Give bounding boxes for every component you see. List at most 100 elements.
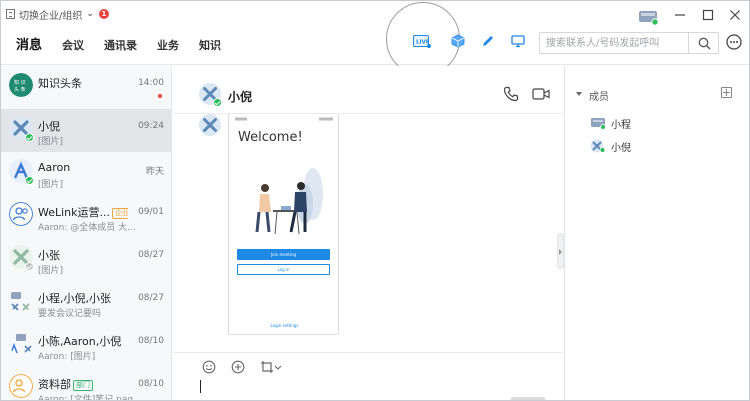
chevron-down-icon: ⌄: [86, 9, 94, 19]
conversation-time: 14:00: [138, 78, 164, 88]
conversation-name: Aaron: [38, 161, 71, 174]
chevron-down-icon[interactable]: [274, 360, 282, 374]
composer-scrollbar[interactable]: [511, 397, 545, 400]
search-button[interactable]: [690, 33, 718, 53]
tab-contacts[interactable]: 通讯录: [104, 37, 137, 53]
collapse-members-handle[interactable]: [557, 233, 564, 269]
conversation-time: 08/10: [138, 336, 164, 346]
search-icon: [698, 37, 710, 49]
user-avatar-icon[interactable]: [638, 8, 660, 26]
image-message[interactable]: Welcome! Join meeting Log in Login setti…: [228, 114, 339, 335]
main-nav: 消息 会议 通讯录 业务 知识: [16, 34, 241, 53]
online-status-icon: [213, 98, 222, 107]
conversation-name: 小张: [38, 249, 60, 262]
conversation-snippet: 要发会议记要吗: [38, 309, 102, 319]
conversation-item[interactable]: 小张 [图片] 08/27: [1, 238, 171, 281]
conversation-time: 08/10: [138, 379, 164, 389]
knowledge-headline-avatar: 知 识 头 条: [9, 73, 33, 97]
cube-icon: [451, 34, 465, 48]
conversation-snippet: Aaron: [图片]: [38, 352, 96, 362]
member-item[interactable]: 小程: [590, 115, 631, 131]
phone-icon[interactable]: [503, 86, 519, 102]
conversation-name-text: 资料部: [38, 378, 71, 391]
tab-business[interactable]: 业务: [157, 37, 179, 53]
conversation-snippet: Aaron: @全体成员 大...: [38, 223, 136, 233]
conversation-name: WeLink运营... 企业: [38, 204, 128, 220]
offline-status-icon: [25, 262, 34, 271]
meeting-illustration: [255, 168, 323, 235]
emoji-icon[interactable]: [202, 360, 216, 374]
conversation-name: 小程,小倪,小张: [38, 292, 111, 305]
org-switch-label: 切换企业/组织: [19, 10, 83, 22]
conversation-name: 知识头条: [38, 77, 82, 90]
conversation-time: 09/01: [138, 207, 164, 217]
join-meeting-button-preview: Join meeting: [237, 249, 330, 260]
collapse-triangle-icon[interactable]: [576, 92, 582, 96]
tab-knowledge[interactable]: 知识: [199, 37, 221, 53]
online-status-icon: [25, 176, 34, 185]
text-caret: [200, 380, 201, 393]
conversation-item[interactable]: WeLink运营... 企业 Aaron: @全体成员 大... 09/01: [1, 195, 171, 238]
member-avatar: [591, 118, 606, 130]
conversation-item[interactable]: 小程,小倪,小张 要发会议记要吗 08/27: [1, 281, 171, 324]
conversation-name: 小倪: [38, 120, 60, 133]
minimize-icon[interactable]: [674, 9, 686, 21]
conversation-item[interactable]: 知 识 头 条 知识头条 14:00: [1, 66, 171, 109]
conversation-time: 09:24: [138, 121, 164, 131]
edit-button[interactable]: [478, 31, 498, 51]
online-status-icon: [25, 133, 34, 142]
conversation-snippet: [图片]: [38, 137, 64, 147]
member-name: 小程: [611, 119, 631, 131]
chat-title: 小倪: [228, 90, 253, 104]
screen-share-button[interactable]: [508, 31, 528, 51]
members-panel: 成员 小程 小倪: [564, 66, 749, 400]
conversation-item-selected[interactable]: 小倪 [图片] 09:24: [1, 109, 171, 152]
conversation-item[interactable]: 资料部 部门 Aaron: [文件]笔记.pag... 08/10: [1, 367, 171, 401]
live-icon: LIVE: [413, 35, 431, 48]
svg-text:知 识: 知 识: [14, 79, 26, 86]
maximize-icon[interactable]: [702, 9, 714, 21]
department-avatar: [9, 374, 33, 398]
search-divider: [688, 33, 689, 53]
add-member-icon[interactable]: [721, 87, 732, 98]
chat-header: 小倪: [173, 66, 563, 114]
group-avatar: [11, 292, 30, 311]
svg-text:头 条: 头 条: [14, 86, 26, 93]
video-call-icon[interactable]: [532, 87, 550, 101]
search-input[interactable]: [546, 35, 686, 51]
enterprise-tag: 企业: [112, 208, 128, 219]
message-area: Welcome! Join meeting Log in Login setti…: [173, 114, 563, 352]
help-icon[interactable]: [725, 33, 743, 51]
conversation-snippet: Aaron: [文件]笔记.pag...: [38, 395, 136, 401]
cube-button[interactable]: [448, 31, 468, 51]
member-avatar: [590, 139, 606, 153]
live-button[interactable]: LIVE: [412, 31, 432, 51]
group-avatar: [10, 334, 32, 354]
monitor-icon: [511, 35, 525, 48]
notification-badge: 1: [98, 9, 109, 19]
conversation-name: 小陈,Aaron,小倪: [38, 335, 122, 348]
pencil-icon: [483, 36, 493, 46]
login-settings-link-preview: Login settings: [270, 323, 299, 328]
screenshot-crop-icon[interactable]: [260, 360, 274, 374]
close-icon[interactable]: [729, 9, 741, 21]
conversation-time: 昨天: [145, 167, 164, 177]
tab-messages[interactable]: 消息: [16, 34, 42, 53]
member-item[interactable]: 小倪: [590, 138, 631, 154]
top-bar: 切换企业/组织 ⌄ 1 消息 会议 通讯录 业务 知识 LIVE: [1, 1, 749, 76]
add-attachment-icon[interactable]: [231, 360, 245, 374]
conversation-item[interactable]: 小陈,Aaron,小倪 Aaron: [图片] 08/10: [1, 324, 171, 367]
conversation-item[interactable]: Aaron [图片] 昨天: [1, 152, 171, 195]
building-icon: [6, 9, 15, 19]
welink-window: 切换企业/组织 ⌄ 1 消息 会议 通讯录 业务 知识 LIVE 搜索联系人/号…: [0, 0, 750, 401]
sender-avatar: [199, 114, 221, 136]
tab-meetings[interactable]: 会议: [62, 37, 84, 53]
login-button-preview: Log in: [237, 264, 330, 275]
members-label: 成员: [589, 92, 609, 103]
preview-welcome: Welcome!: [238, 130, 303, 145]
message-composer: [173, 352, 563, 400]
org-switch[interactable]: 切换企业/组织 ⌄ 1: [6, 6, 109, 22]
conversation-snippet: [图片]: [38, 266, 64, 276]
message-input[interactable]: [199, 379, 549, 397]
conversation-time: 08/27: [138, 250, 164, 260]
